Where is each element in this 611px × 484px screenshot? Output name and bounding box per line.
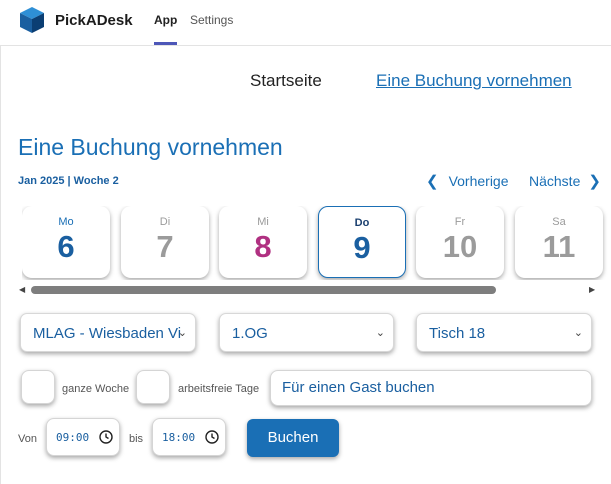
top-navbar: PickADesk App Settings bbox=[0, 0, 611, 46]
next-week-button[interactable]: Nächste ❯ bbox=[529, 170, 601, 192]
whole-week-checkbox[interactable] bbox=[21, 370, 55, 404]
location-select[interactable]: MLAG - Wiesbaden Vi ⌄ bbox=[20, 313, 196, 352]
day-card-di[interactable]: Di 7 bbox=[121, 206, 209, 278]
day-name: Sa bbox=[552, 216, 566, 228]
day-number: 8 bbox=[254, 229, 272, 264]
free-days-label: arbeitsfreie Tage bbox=[178, 383, 260, 395]
nav-tab-app[interactable]: App bbox=[154, 13, 177, 27]
free-days-checkbox[interactable] bbox=[136, 370, 170, 404]
previous-label: Vorherige bbox=[448, 173, 509, 189]
from-time-value: 09:00 bbox=[56, 431, 90, 444]
clock-icon[interactable] bbox=[205, 430, 219, 444]
day-name: Fr bbox=[454, 216, 466, 228]
day-number: 9 bbox=[353, 230, 371, 265]
chevron-down-icon: ⌄ bbox=[573, 327, 583, 339]
day-card-sa[interactable]: Sa 11 bbox=[515, 206, 603, 278]
to-time-value: 18:00 bbox=[162, 431, 196, 444]
day-card-do[interactable]: Do 9 bbox=[318, 206, 406, 278]
desk-value: Tisch 18 bbox=[429, 325, 486, 342]
clock-icon[interactable] bbox=[99, 430, 113, 444]
nav-active-indicator bbox=[154, 42, 177, 45]
day-card-fr[interactable]: Fr 10 bbox=[416, 206, 504, 278]
day-number: 10 bbox=[442, 229, 478, 264]
chevron-right-icon: ❯ bbox=[588, 173, 601, 190]
chevron-down-icon: ⌄ bbox=[375, 327, 385, 339]
day-name: Di bbox=[159, 216, 171, 228]
from-time-input[interactable]: 09:00 bbox=[46, 418, 120, 456]
day-number: 11 bbox=[542, 229, 576, 264]
to-label: bis bbox=[129, 433, 144, 445]
next-label: Nächste bbox=[529, 173, 581, 189]
day-number: 7 bbox=[156, 229, 174, 264]
home-link[interactable]: Startseite bbox=[250, 71, 322, 91]
scroll-right-arrow-icon[interactable]: ▶ bbox=[589, 285, 595, 294]
previous-week-button[interactable]: ❮ Vorherige bbox=[426, 170, 509, 192]
scroll-left-arrow-icon[interactable]: ◀ bbox=[19, 285, 25, 294]
guest-booking-button[interactable]: Für einen Gast buchen bbox=[270, 370, 592, 406]
pickadesk-logo-icon bbox=[20, 7, 44, 33]
scrollbar-thumb[interactable] bbox=[31, 286, 496, 294]
day-card-mo[interactable]: Mo 6 bbox=[22, 206, 110, 278]
location-value: MLAG - Wiesbaden Vi bbox=[33, 325, 182, 342]
week-label: Jan 2025 | Woche 2 bbox=[18, 175, 119, 187]
booking-link[interactable]: Eine Buchung vornehmen bbox=[376, 71, 572, 91]
whole-week-label: ganze Woche bbox=[62, 383, 130, 395]
left-border bbox=[0, 46, 1, 484]
from-label: Von bbox=[18, 433, 37, 445]
desk-select[interactable]: Tisch 18 ⌄ bbox=[416, 313, 592, 352]
floor-select[interactable]: 1.OG ⌄ bbox=[219, 313, 394, 352]
to-time-input[interactable]: 18:00 bbox=[152, 418, 226, 456]
nav-tab-settings[interactable]: Settings bbox=[190, 13, 233, 27]
brand-name: PickADesk bbox=[55, 12, 133, 29]
day-name: Do bbox=[354, 217, 370, 229]
day-selector: Mo 6 Di 7 Mi 8 Do 9 Fr 10 Sa 11 bbox=[22, 206, 611, 280]
floor-value: 1.OG bbox=[232, 325, 268, 342]
book-button[interactable]: Buchen bbox=[247, 419, 339, 457]
day-card-mi[interactable]: Mi 8 bbox=[219, 206, 307, 278]
day-name: Mo bbox=[58, 216, 74, 228]
chevron-down-icon: ⌄ bbox=[177, 327, 187, 339]
page-title: Eine Buchung vornehmen bbox=[18, 134, 283, 160]
chevron-left-icon: ❮ bbox=[426, 173, 439, 190]
day-number: 6 bbox=[57, 229, 75, 264]
day-name: Mi bbox=[257, 216, 269, 228]
